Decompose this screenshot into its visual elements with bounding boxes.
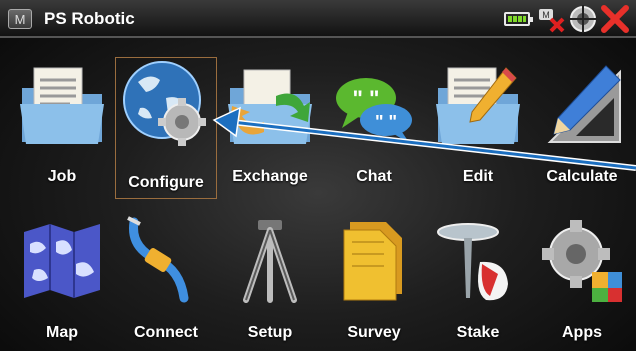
tile-apps-label: Apps	[562, 324, 602, 341]
tile-connect[interactable]: Connect	[116, 200, 216, 350]
tile-map-label: Map	[46, 324, 78, 341]
folder-arrow-icon	[228, 69, 312, 144]
tile-job-label: Job	[47, 168, 77, 185]
tile-job[interactable]: Job	[12, 44, 112, 194]
tile-connect-label: Connect	[134, 324, 198, 341]
tile-edit[interactable]: Edit	[428, 44, 528, 194]
tile-calculate[interactable]: Calculate	[532, 44, 632, 194]
no-connection-icon[interactable]: M	[536, 4, 566, 34]
close-icon[interactable]	[600, 4, 630, 34]
tile-stake-label: Stake	[456, 324, 500, 341]
tile-survey[interactable]: Survey	[324, 200, 424, 350]
yellow-folders-icon	[343, 222, 402, 301]
tile-apps[interactable]: Apps	[532, 200, 632, 350]
pencil-ruler-icon	[547, 65, 621, 143]
tile-configure-label: Configure	[128, 174, 204, 191]
tile-exchange-label: Exchange	[232, 168, 308, 185]
globe-gear-icon	[123, 61, 206, 146]
app-title: PS Robotic	[44, 9, 135, 28]
gear-blocks-icon	[542, 220, 622, 302]
tile-survey-label: Survey	[347, 324, 401, 341]
document-pencil-icon	[436, 67, 520, 144]
tripod-icon	[243, 220, 297, 303]
title-bar: M PS Robotic M	[0, 0, 636, 38]
tile-chat-label: Chat	[356, 168, 392, 185]
tile-map[interactable]: Map	[12, 200, 112, 350]
folder-document-icon	[20, 67, 104, 144]
app-grid: Job Configure Exchange " " " " Chat Edit…	[0, 44, 636, 351]
battery-icon	[504, 12, 533, 26]
tile-setup[interactable]: Setup	[220, 200, 320, 350]
svg-text:M: M	[542, 10, 550, 20]
tile-chat[interactable]: " " " " Chat	[324, 44, 424, 194]
tile-edit-label: Edit	[462, 168, 494, 185]
tile-setup-label: Setup	[247, 324, 293, 341]
tile-stake[interactable]: Stake	[428, 200, 528, 350]
folded-map-icon	[24, 224, 100, 298]
status-icons: M	[502, 4, 632, 34]
svg-text:" ": " "	[375, 112, 397, 132]
tile-calculate-label: Calculate	[546, 168, 618, 185]
speech-bubbles-icon: " " " "	[336, 78, 412, 144]
stake-pin-icon	[437, 223, 508, 301]
target-icon[interactable]	[568, 4, 598, 34]
tile-exchange[interactable]: Exchange	[220, 44, 320, 194]
tile-configure[interactable]: Configure	[115, 57, 217, 199]
menu-button[interactable]: M	[8, 9, 32, 29]
robotic-main-menu: M PS Robotic M Job Configure Exchange " …	[0, 0, 636, 351]
cable-plug-icon	[127, 216, 189, 303]
